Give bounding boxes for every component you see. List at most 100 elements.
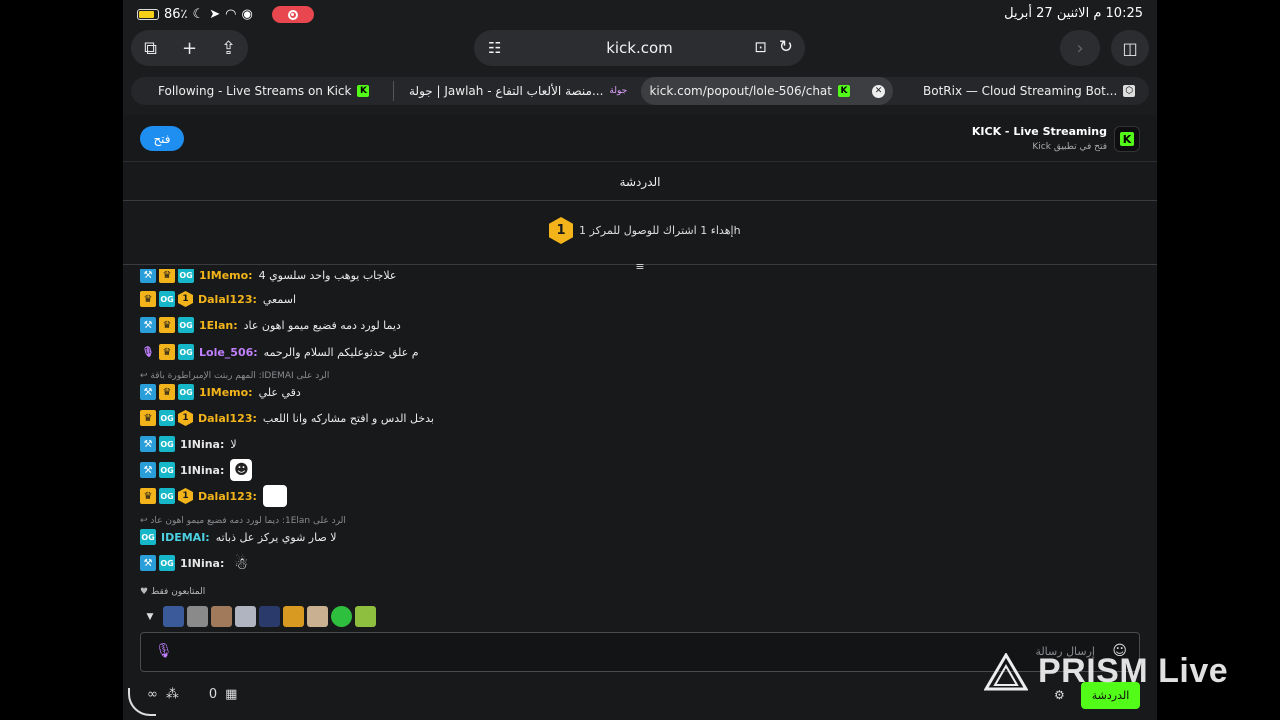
tab-botrix[interactable]: BotRix — Cloud Streaming Bot... ⬡ <box>923 77 1136 105</box>
tab-title: Following - Live Streams on Kick <box>158 84 352 98</box>
og-badge-icon: OG <box>159 488 175 504</box>
username[interactable]: Lole_506: <box>199 346 258 359</box>
kick-chat-page: فتح KICK - Live Streaming فتح في تطبيق K… <box>123 115 1157 720</box>
emote-sticker-icon <box>262 485 287 507</box>
page-menu-icon[interactable]: ☷ <box>488 39 501 57</box>
battery-icon <box>137 9 159 20</box>
chat-message: ♛ OG 1 Dalal123: اسمعي <box>140 289 296 309</box>
app-banner: فتح KICK - Live Streaming فتح في تطبيق K… <box>123 115 1157 162</box>
emote-icon[interactable] <box>187 606 208 627</box>
pinned-goal: 1 hإهداء 1 اشتراك للوصول للمركز 1 <box>123 205 1157 265</box>
username[interactable]: Dalal123: <box>198 490 257 503</box>
sub-goal-badge: 1 <box>549 217 573 244</box>
chat-message: ⚒ ♛ OG 1IMemo: دقي علي <box>140 382 301 402</box>
emote-icon[interactable] <box>163 606 184 627</box>
forward-button[interactable]: › <box>1060 30 1100 66</box>
chat-message: ⚒ OG 1INina: ☃ <box>140 553 252 573</box>
og-badge-icon: OG <box>140 529 156 545</box>
tab-following[interactable]: Following - Live Streams on Kick K <box>158 77 370 105</box>
heart-icon: ♥ <box>140 587 149 597</box>
vip-crown-icon: ♛ <box>159 269 175 283</box>
mic-icon[interactable]: 🎙 <box>155 643 173 659</box>
username[interactable]: Dalal123: <box>198 293 257 306</box>
wifi-icon: ◠ <box>225 7 237 22</box>
open-app-button[interactable]: فتح <box>140 126 184 151</box>
chevron-down-icon[interactable]: ▼ <box>140 612 160 622</box>
emote-icon[interactable] <box>235 606 256 627</box>
points-icon[interactable]: ⁂ <box>166 687 179 702</box>
tab-divider <box>393 81 394 101</box>
store-icon[interactable]: ▦ <box>225 687 237 702</box>
vip-crown-icon: ♛ <box>140 488 156 504</box>
counter-value: 0 <box>208 687 218 702</box>
clock-date: 10:25 م الاثنين 27 أبريل <box>1004 6 1143 21</box>
prism-logo-icon <box>984 652 1028 690</box>
message-text: بدخل الدس و افتح مشاركه وانا اللعب <box>262 411 434 425</box>
emote-icon[interactable] <box>283 606 304 627</box>
tab-title: جولة | Jawlah - منصة الألعاب التفاع... <box>409 84 604 98</box>
toolbar-left-group: ⧉ + ⇪ <box>131 30 248 66</box>
broadcaster-mic-icon: 🎙 <box>141 346 155 358</box>
reader-icon[interactable]: ⊡ <box>754 38 767 56</box>
followers-only-text: المتابعون فقط <box>150 587 206 597</box>
vip-crown-icon: ♛ <box>159 384 175 400</box>
username[interactable]: 1IMemo: <box>199 386 253 399</box>
ipad-screen: 86٪ ☾ ➤ ◠ ◉ 10:25 م الاثنين 27 أبريل ⧉ +… <box>123 0 1157 720</box>
username[interactable]: 1IMemo: <box>199 269 253 282</box>
og-badge-icon: OG <box>178 384 194 400</box>
message-text: لا صار شوي يركز عل ذباته <box>215 530 337 544</box>
username[interactable]: Dalal123: <box>198 412 257 425</box>
username[interactable]: IDEMAI: <box>161 531 210 544</box>
watermark-text: PRISM Live <box>1038 652 1229 690</box>
chat-messages: ⚒ ♛ OG 1IMemo: علاجاب يوهب واحد سلسوي 4 … <box>140 269 840 581</box>
emote-icon[interactable] <box>331 606 352 627</box>
screen-record-indicator[interactable] <box>271 6 314 23</box>
address-bar[interactable]: ☷ kick.com ⊡ ↻ <box>474 30 805 66</box>
vip-crown-icon: ♛ <box>140 291 156 307</box>
username[interactable]: 1Elan: <box>199 319 238 332</box>
location-icon: ➤ <box>209 7 221 22</box>
chat-message: ⚒ ♛ OG 1Elan: ديما لورد دمه فضيع ميمو اه… <box>140 315 401 335</box>
emote-icon[interactable] <box>211 606 232 627</box>
tab-kick-chat[interactable]: kick.com/popout/lole-506/chat K ✕ <box>641 77 893 105</box>
og-badge-icon: OG <box>159 291 175 307</box>
emote-icon[interactable] <box>307 606 328 627</box>
url-text[interactable]: kick.com <box>606 39 673 57</box>
close-tab-icon[interactable]: ✕ <box>872 84 885 98</box>
username[interactable]: 1INina: <box>180 464 224 477</box>
quick-emote-bar: ▼ <box>140 606 376 627</box>
reply-text: الرد على 1Elan: ديما لورد دمه فضيع ميمو … <box>150 516 346 526</box>
tab-bar: Following - Live Streams on Kick K جولة … <box>131 77 1149 105</box>
message-text: دقي علي <box>258 385 301 399</box>
emote-icon[interactable] <box>355 606 376 627</box>
message-text: اسمعي <box>262 292 296 306</box>
chat-message: ⚒ OG 1INina: ☻ <box>140 459 253 481</box>
tab-title: kick.com/popout/lole-506/chat <box>649 84 832 98</box>
reply-context[interactable]: الرد على 1Elan: ديما لورد دمه فضيع ميمو … <box>140 516 346 526</box>
username[interactable]: 1INina: <box>180 438 224 451</box>
og-badge-icon: OG <box>178 344 194 360</box>
tabs-overview-icon[interactable]: ⧉ <box>131 38 170 59</box>
chat-message: OG IDEMAI: لا صار شوي يركز عل ذباته <box>140 527 337 547</box>
og-badge-icon: OG <box>178 317 194 333</box>
status-bar: 86٪ ☾ ➤ ◠ ◉ 10:25 م الاثنين 27 أبريل <box>123 5 1157 25</box>
og-badge-icon: OG <box>159 410 175 426</box>
vip-crown-icon: ♛ <box>140 410 156 426</box>
subscriber-badge-icon: 1 <box>178 488 193 504</box>
new-tab-icon[interactable]: + <box>170 38 209 59</box>
username[interactable]: 1INina: <box>180 557 224 570</box>
sidebar-toggle-icon[interactable]: ◫ <box>1111 30 1149 66</box>
chat-header: الدردشة <box>123 163 1157 201</box>
share-icon[interactable]: ⇪ <box>209 38 248 59</box>
subscriber-badge-icon: 1 <box>178 291 193 307</box>
pinned-text: hإهداء 1 اشتراك للوصول للمركز 1 <box>579 224 741 237</box>
app-subtitle: فتح في تطبيق Kick <box>1032 142 1107 152</box>
emote-face-icon: ☻ <box>230 459 253 481</box>
tab-jawlah[interactable]: جولة | Jawlah - منصة الألعاب التفاع... ج… <box>409 77 627 105</box>
reply-context[interactable]: الرد على IDEMAI: المهم ربتت الإمبراطورة … <box>140 371 329 381</box>
emote-icon[interactable] <box>259 606 280 627</box>
moderator-badge-icon: ⚒ <box>140 462 156 478</box>
reload-icon[interactable]: ↻ <box>779 37 793 57</box>
tab-title: BotRix — Cloud Streaming Bot... <box>923 84 1118 98</box>
message-text: لا <box>230 437 237 451</box>
